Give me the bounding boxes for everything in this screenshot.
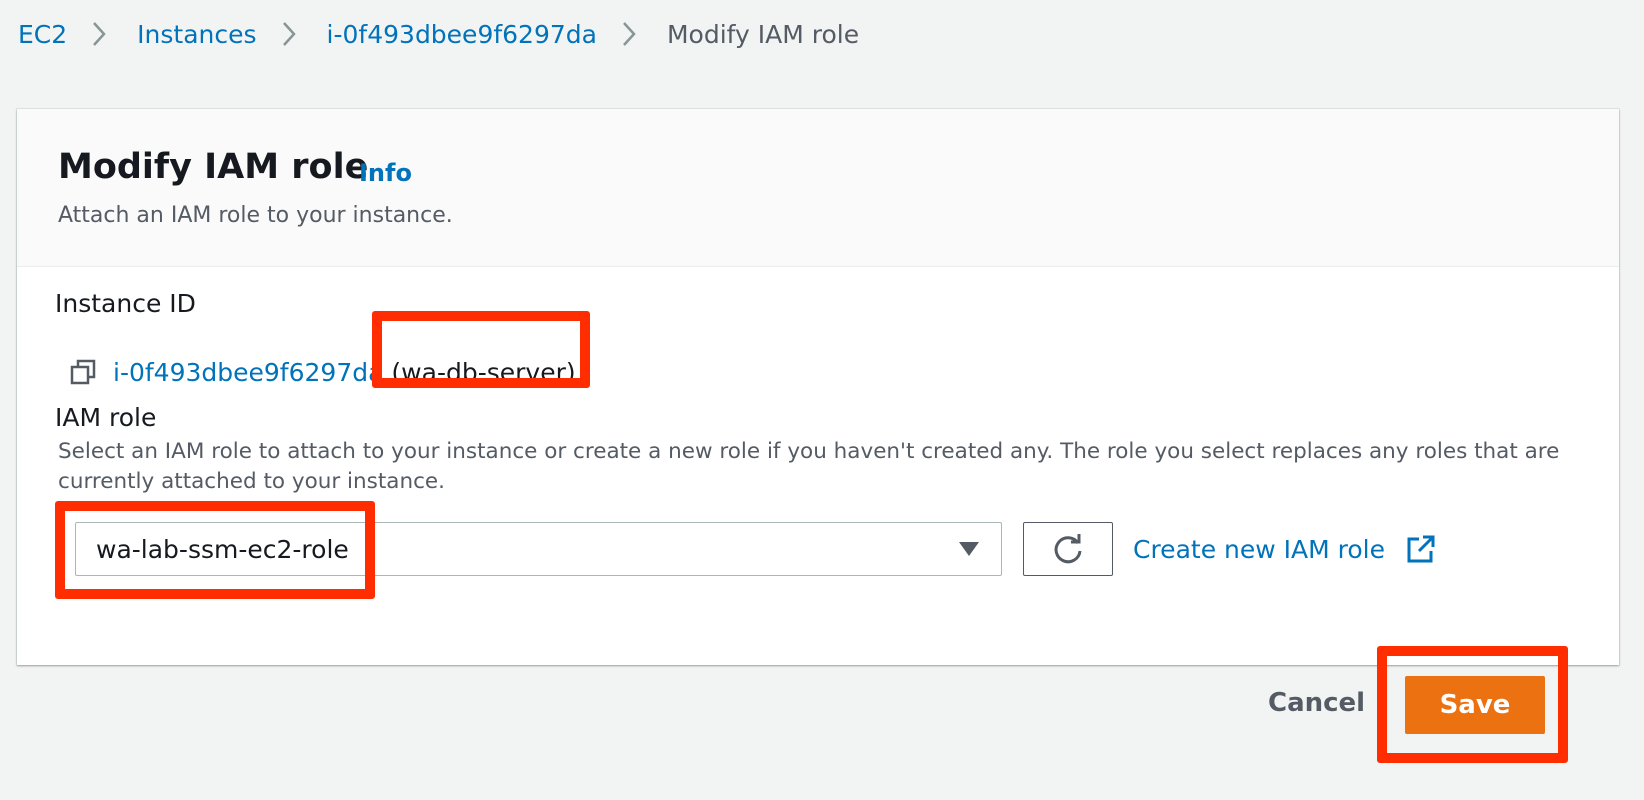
iam-role-selected-value: wa-lab-ssm-ec2-role	[96, 535, 349, 564]
create-iam-role-link[interactable]: Create new IAM role	[1133, 522, 1435, 576]
breadcrumb: EC2 Instances i-0f493dbee9f6297da Modify…	[18, 14, 859, 54]
refresh-button[interactable]	[1023, 522, 1113, 576]
instance-name: (wa-db-server)	[391, 357, 576, 387]
chevron-right-icon	[91, 20, 113, 48]
chevron-right-icon	[281, 20, 303, 48]
create-iam-role-label: Create new IAM role	[1133, 534, 1385, 564]
instance-id-link[interactable]: i-0f493dbee9f6297da	[113, 358, 383, 387]
breadcrumb-instance-id[interactable]: i-0f493dbee9f6297da	[327, 20, 597, 49]
panel-description: Attach an IAM role to your instance.	[58, 203, 453, 228]
breadcrumb-ec2[interactable]: EC2	[18, 20, 67, 49]
info-link[interactable]: Info	[359, 159, 412, 187]
save-button[interactable]: Save	[1405, 676, 1545, 734]
chevron-right-icon	[621, 20, 643, 48]
iam-role-label: IAM role	[55, 403, 157, 432]
breadcrumb-instances[interactable]: Instances	[137, 20, 256, 49]
instance-id-row: i-0f493dbee9f6297da (wa-db-server)	[69, 351, 576, 393]
iam-role-description: Select an IAM role to attach to your ins…	[58, 439, 1560, 494]
instance-id-label: Instance ID	[55, 289, 196, 318]
copy-icon[interactable]	[69, 358, 97, 386]
page-title: Modify IAM role	[58, 147, 369, 187]
iam-role-select[interactable]: wa-lab-ssm-ec2-role	[75, 522, 1002, 576]
modify-iam-role-panel: Modify IAM role Info Attach an IAM role …	[17, 109, 1619, 665]
external-link-icon	[1407, 535, 1435, 563]
cancel-button[interactable]: Cancel	[1268, 688, 1365, 718]
breadcrumb-current: Modify IAM role	[666, 19, 860, 49]
panel-header: Modify IAM role Info Attach an IAM role …	[17, 109, 1619, 267]
refresh-icon	[1054, 534, 1082, 564]
caret-down-icon	[959, 542, 979, 556]
